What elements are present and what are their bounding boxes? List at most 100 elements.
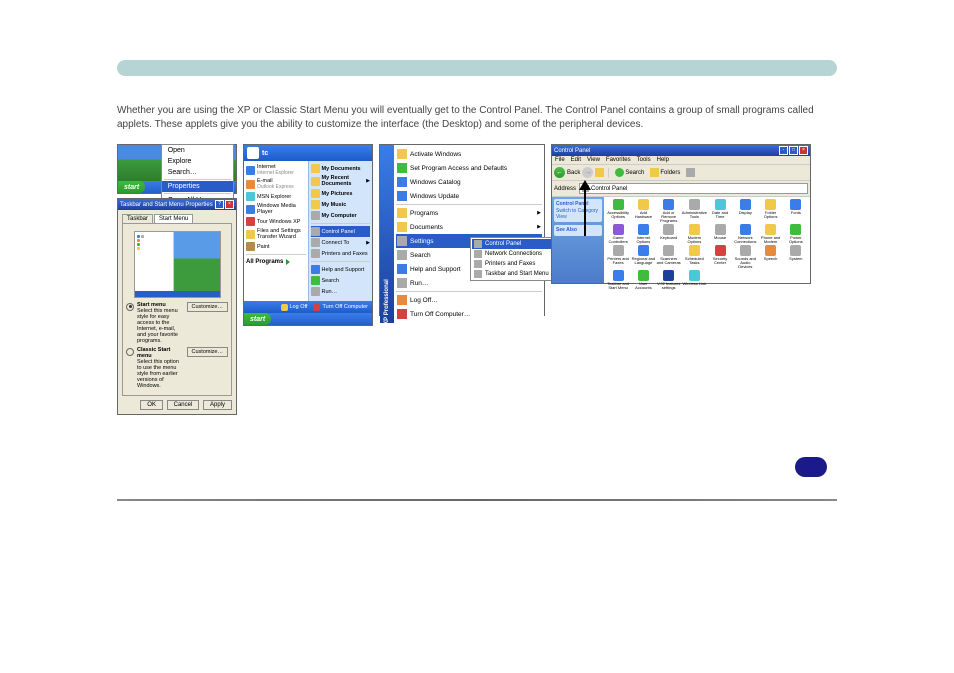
- customize-button-2[interactable]: Customize…: [187, 347, 228, 357]
- search-button[interactable]: Search: [613, 168, 646, 177]
- classic-menu-item[interactable]: Documents▶: [396, 220, 542, 234]
- menu-item[interactable]: Favorites: [606, 157, 631, 163]
- submenu-item[interactable]: Taskbar and Start Menu: [472, 269, 557, 279]
- applet-icon[interactable]: Game Controllers: [606, 224, 630, 244]
- applet-icon[interactable]: Administrative Tools: [682, 199, 707, 223]
- maximize-icon[interactable]: □: [789, 146, 798, 155]
- menu-item[interactable]: View: [587, 157, 600, 163]
- applet-icon[interactable]: Wireless Link: [682, 270, 707, 290]
- applet-icon[interactable]: Modem Options: [682, 224, 707, 244]
- startmenu-item[interactable]: Search: [311, 275, 371, 286]
- applet-icon[interactable]: Network Connections: [733, 224, 757, 244]
- startmenu-item[interactable]: Help and Support: [311, 264, 371, 275]
- classic-menu-item[interactable]: Log Off…: [396, 293, 542, 307]
- startmenu-item[interactable]: My Documents: [311, 163, 371, 174]
- up-button[interactable]: [595, 168, 604, 177]
- startmenu-item[interactable]: Printers and Faxes: [311, 248, 371, 259]
- user-avatar: [247, 147, 259, 159]
- startmenu-item[interactable]: MSN Explorer: [246, 191, 306, 202]
- applet-icon[interactable]: Speech: [758, 245, 782, 269]
- applet-icon[interactable]: Folder Options: [758, 199, 782, 223]
- menu-item[interactable]: Edit: [571, 157, 581, 163]
- tab-taskbar[interactable]: Taskbar: [122, 214, 153, 223]
- classic-menu-item[interactable]: Turn Off Computer…: [396, 307, 542, 321]
- logoff-button[interactable]: Log Off: [281, 304, 308, 311]
- turnoff-button[interactable]: Turn Off Computer: [313, 304, 368, 311]
- applet-icon[interactable]: Sounds and Audio Devices: [733, 245, 757, 269]
- classic-menu-item[interactable]: Set Program Access and Defaults: [396, 161, 542, 175]
- all-programs[interactable]: All Programs: [246, 257, 306, 267]
- startmenu-item[interactable]: InternetInternet Explorer: [246, 163, 306, 177]
- radio-classic-start-menu[interactable]: [126, 348, 134, 356]
- classic-menu-item[interactable]: Programs▶: [396, 206, 542, 220]
- next-page-button[interactable]: [795, 457, 827, 477]
- applet-icon[interactable]: Mouse: [708, 224, 732, 244]
- ctx-explore[interactable]: Explore: [162, 156, 233, 167]
- screenshot-row: Open Explore Search… Properties Open All…: [117, 144, 837, 415]
- startmenu-item[interactable]: My Recent Documents▶: [311, 174, 371, 188]
- ctx-open[interactable]: Open: [162, 145, 233, 156]
- ok-button[interactable]: OK: [140, 400, 163, 410]
- startmenu-item[interactable]: My Music: [311, 199, 371, 210]
- applet-icon[interactable]: Add or Remove Programs: [657, 199, 681, 223]
- startmenu-item[interactable]: Connect To▶: [311, 237, 371, 248]
- applet-icon[interactable]: Taskbar and Start Menu: [606, 270, 630, 290]
- applet-icon[interactable]: Date and Time: [708, 199, 732, 223]
- applet-icon[interactable]: Phone and Modem: [758, 224, 782, 244]
- submenu-item[interactable]: Control Panel: [472, 239, 557, 249]
- address-field[interactable]: Control Panel: [579, 183, 808, 194]
- ctx-properties[interactable]: Properties: [162, 181, 233, 192]
- applet-icon[interactable]: Power Options: [784, 224, 808, 244]
- views-button[interactable]: [686, 168, 695, 177]
- apply-button[interactable]: Apply: [203, 400, 232, 410]
- submenu-item[interactable]: Printers and Faxes: [472, 259, 557, 269]
- menu-item[interactable]: Tools: [637, 157, 651, 163]
- startmenu-item[interactable]: Control Panel: [311, 226, 371, 237]
- startmenu-header: tc: [244, 145, 372, 161]
- menu-item[interactable]: File: [555, 157, 565, 163]
- start-button[interactable]: start: [118, 181, 145, 193]
- forward-button[interactable]: →: [582, 167, 593, 178]
- close-icon[interactable]: ×: [225, 200, 234, 209]
- back-button[interactable]: ←: [554, 167, 565, 178]
- applet-icon[interactable]: Keyboard: [657, 224, 681, 244]
- applet-icon[interactable]: Regional and Language: [631, 245, 655, 269]
- folders-button[interactable]: Folders: [648, 168, 682, 177]
- classic-menu-item[interactable]: Activate Windows: [396, 147, 542, 161]
- applet-icon[interactable]: Display: [733, 199, 757, 223]
- applet-icon[interactable]: Internet Options: [631, 224, 655, 244]
- customize-button-1[interactable]: Customize…: [187, 302, 228, 312]
- applet-icon[interactable]: Security Center: [708, 245, 732, 269]
- start-button[interactable]: start: [244, 313, 271, 325]
- startmenu-item[interactable]: Windows Media Player: [246, 202, 306, 216]
- classic-menu-item[interactable]: Windows Update: [396, 189, 542, 203]
- switch-view-link[interactable]: Switch to Category View: [556, 208, 600, 220]
- startmenu-item[interactable]: Tour Windows XP: [246, 216, 306, 227]
- applet-icon[interactable]: Accessibility Options: [606, 199, 630, 223]
- startmenu-item[interactable]: Files and Settings Transfer Wizard: [246, 227, 306, 241]
- applet-icon[interactable]: V.92 features settings: [657, 270, 681, 290]
- applet-icon[interactable]: Scheduled Tasks: [682, 245, 707, 269]
- applet-icon[interactable]: User Accounts: [631, 270, 655, 290]
- minimize-icon[interactable]: -: [779, 146, 788, 155]
- tab-start-menu[interactable]: Start Menu: [154, 214, 193, 223]
- startmenu-item[interactable]: My Pictures: [311, 188, 371, 199]
- startmenu-item[interactable]: E-mailOutlook Express: [246, 177, 306, 191]
- cancel-button[interactable]: Cancel: [167, 400, 200, 410]
- classic-menu-item[interactable]: Windows Catalog: [396, 175, 542, 189]
- startmenu-item[interactable]: Paint: [246, 241, 306, 252]
- menu-item[interactable]: Help: [657, 157, 669, 163]
- close-icon[interactable]: ×: [799, 146, 808, 155]
- applet-icon[interactable]: System: [784, 245, 808, 269]
- applet-icon[interactable]: Scanners and Cameras: [657, 245, 681, 269]
- applet-icon[interactable]: Printers and Faxes: [606, 245, 630, 269]
- settings-submenu: Control PanelNetwork ConnectionsPrinters…: [470, 237, 559, 281]
- applet-icon[interactable]: Fonts: [784, 199, 808, 223]
- startmenu-item[interactable]: My Computer: [311, 210, 371, 221]
- radio-start-menu[interactable]: [126, 303, 134, 311]
- ctx-search[interactable]: Search…: [162, 167, 233, 178]
- help-icon[interactable]: ?: [215, 200, 224, 209]
- applet-icon[interactable]: Add Hardware: [631, 199, 655, 223]
- startmenu-item[interactable]: Run…: [311, 286, 371, 297]
- submenu-item[interactable]: Network Connections: [472, 249, 557, 259]
